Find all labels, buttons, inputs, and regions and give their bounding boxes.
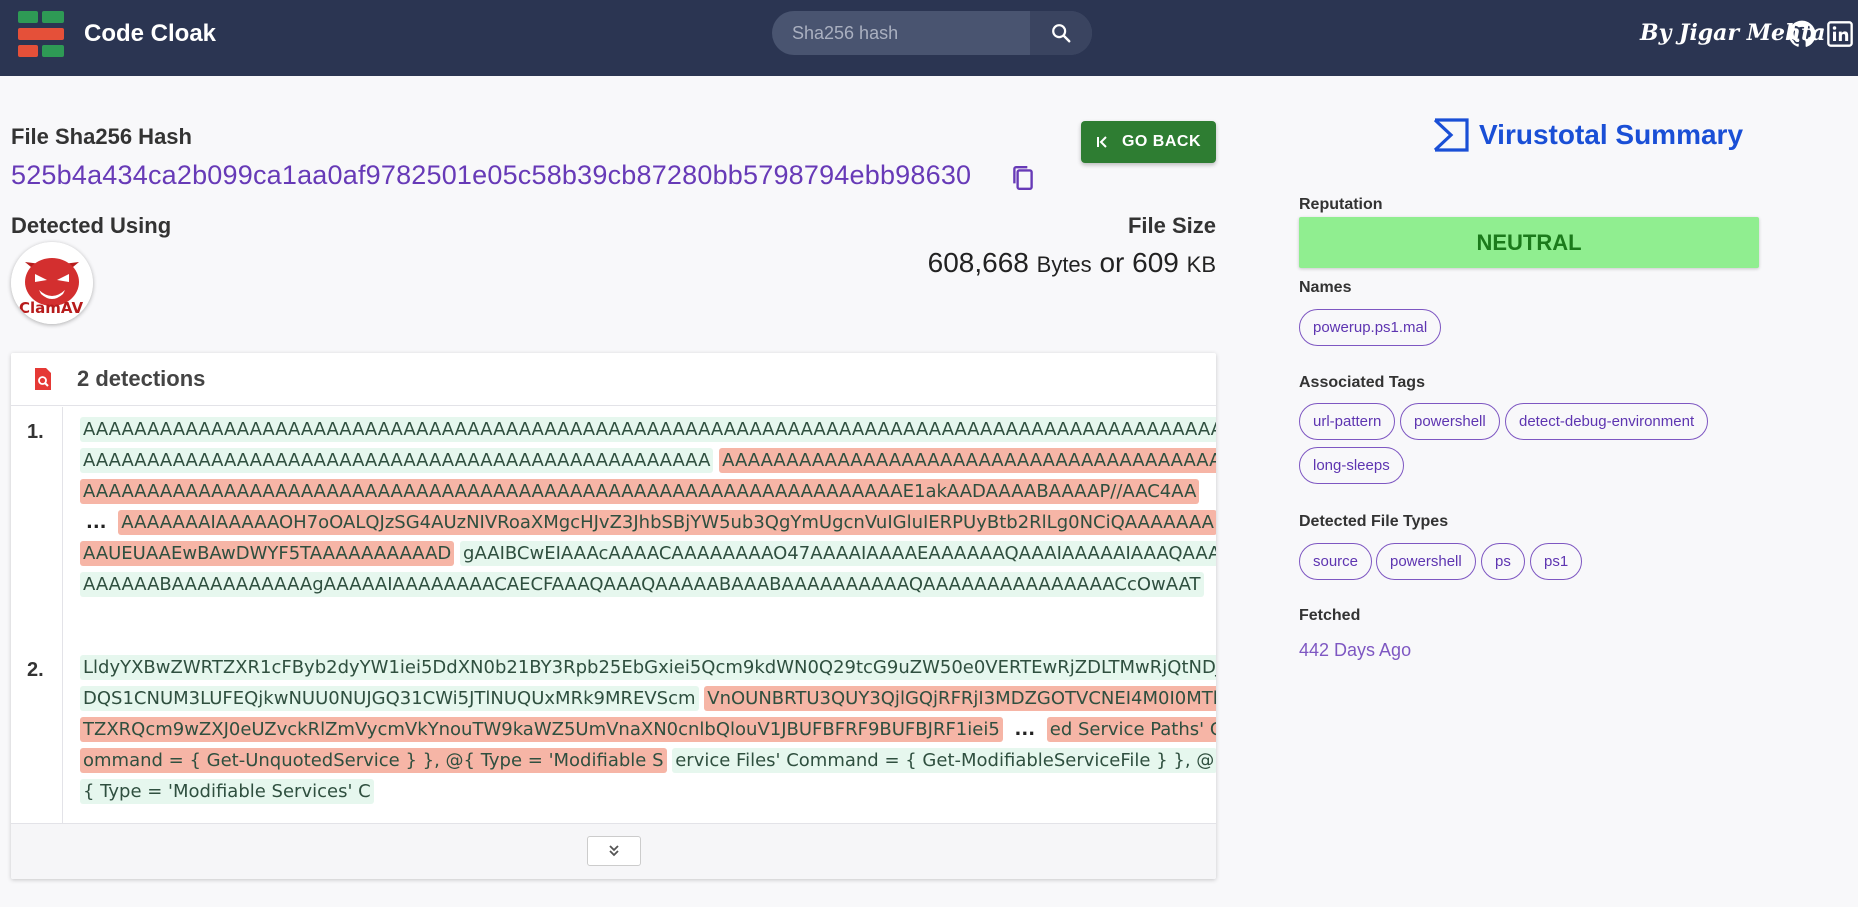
- file-size-label: File Size: [1127, 213, 1216, 238]
- reputation-badge: NEUTRAL: [1299, 217, 1759, 268]
- document-search-icon: [35, 368, 51, 390]
- first-page-icon: [1096, 136, 1107, 148]
- expand-button[interactable]: [587, 836, 641, 866]
- detection-snippet: LldyYXBwZWRTZXR1cFByb2dyYW1iei5DdXN0b21B…: [80, 652, 1216, 807]
- file-size-value: 608,668 Bytes or 609 KB: [928, 247, 1216, 279]
- search-bar: [772, 11, 1092, 55]
- size-or: or: [1099, 247, 1125, 278]
- detection-number: 1.: [27, 421, 44, 443]
- copy-icon[interactable]: [1010, 164, 1036, 192]
- hash-value: 525b4a434ca2b099ca1aa0af9782501e05c58b39…: [11, 160, 972, 190]
- file-type-chip[interactable]: powershell: [1376, 543, 1476, 580]
- detections-header: 2 detections: [11, 353, 1216, 406]
- detection-number: 2.: [27, 659, 44, 681]
- tag-chip[interactable]: powershell: [1400, 403, 1500, 440]
- top-app-bar: Code Cloak By Jigar Mehta: [0, 0, 1858, 76]
- names-label: Names: [1299, 279, 1352, 296]
- file-types-label: Detected File Types: [1299, 513, 1449, 530]
- search-button[interactable]: [1030, 11, 1092, 55]
- go-back-label: GO BACK: [1121, 133, 1202, 150]
- file-type-chip[interactable]: ps: [1481, 543, 1525, 580]
- detected-using-label: Detected Using: [11, 213, 172, 238]
- linkedin-icon[interactable]: [1826, 20, 1854, 48]
- detections-count: 2 detections: [77, 366, 206, 391]
- virustotal-title: Virustotal Summary: [1433, 118, 1743, 152]
- fetched-label: Fetched: [1299, 607, 1361, 624]
- detections-list: 1. 2. AAAAAAAAAAAAAAAAAAAAAAAAAAAAAAAAAA…: [11, 407, 1216, 823]
- tag-chip[interactable]: detect-debug-environment: [1505, 403, 1709, 440]
- go-back-button[interactable]: GO BACK: [1081, 121, 1216, 163]
- search-icon: [1052, 24, 1071, 43]
- file-type-chip[interactable]: ps1: [1530, 543, 1583, 580]
- truncation-ellipsis: ...: [86, 512, 107, 533]
- index-column: 1. 2.: [11, 407, 63, 823]
- clamav-logo: ClamAV: [11, 242, 93, 324]
- size-bytes: 608,668: [927, 247, 1029, 278]
- truncation-ellipsis: ...: [1014, 719, 1036, 740]
- detections-card: 2 detections 1. 2. AAAAAAAAAAAAAAAAAAAAA…: [11, 353, 1216, 879]
- virustotal-icon: [1433, 118, 1469, 152]
- tag-chip[interactable]: url-pattern: [1299, 403, 1396, 440]
- double-chevron-down-icon: [609, 845, 619, 857]
- size-bytes-unit: Bytes: [1036, 252, 1092, 277]
- code-cloak-logo[interactable]: [18, 11, 64, 57]
- size-kb: 609: [1132, 247, 1179, 278]
- tags-label: Associated Tags: [1299, 374, 1425, 391]
- detections-footer: [11, 823, 1216, 879]
- reputation-label: Reputation: [1299, 196, 1383, 213]
- github-icon[interactable]: [1788, 20, 1816, 48]
- size-kb-unit: KB: [1186, 252, 1216, 277]
- name-chip[interactable]: powerup.ps1.mal: [1299, 309, 1442, 346]
- virustotal-title-text: Virustotal Summary: [1479, 119, 1744, 150]
- tag-chip[interactable]: long-sleeps: [1299, 447, 1404, 484]
- hash-label: File Sha256 Hash: [11, 124, 192, 149]
- clamav-logo-text: ClamAV: [19, 299, 83, 317]
- search-input[interactable]: [772, 11, 1030, 55]
- file-type-chip[interactable]: source: [1299, 543, 1373, 580]
- fetched-value: 442 Days Ago: [1299, 640, 1412, 660]
- app-title[interactable]: Code Cloak: [84, 20, 216, 48]
- detection-snippet: AAAAAAAAAAAAAAAAAAAAAAAAAAAAAAAAAAAAAAAA…: [80, 414, 1216, 600]
